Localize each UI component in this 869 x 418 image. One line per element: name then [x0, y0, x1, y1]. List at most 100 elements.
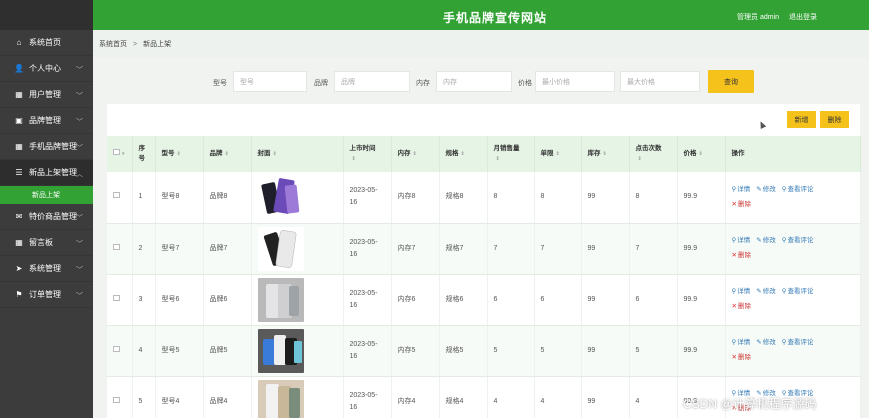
- row-delete-link[interactable]: ✕删除: [732, 250, 854, 262]
- cell-spec: 规格5: [439, 325, 488, 377]
- product-cover-image: [257, 226, 304, 271]
- sidebar-item-label: 手机品牌管理: [29, 142, 77, 151]
- cell-memory: 内存6: [391, 274, 440, 326]
- close-icon: ✕: [731, 200, 737, 208]
- col-model[interactable]: 型号 ⇕: [155, 136, 204, 172]
- cell-index: 4: [132, 325, 156, 377]
- sidebar-item-9[interactable]: ⚑ 订单管理 ﹀: [0, 282, 93, 308]
- col-stock[interactable]: 库存 ⇕: [581, 136, 630, 172]
- sidebar-item-2[interactable]: ▦ 用户管理 ﹀: [0, 82, 93, 108]
- sidebar-item-8[interactable]: ➤ 系统管理 ﹀: [0, 256, 93, 282]
- cell-date: 2023-05-16: [343, 172, 392, 224]
- cell-stock: 99: [581, 223, 630, 275]
- col-sales[interactable]: 月销售量 ⇕: [487, 136, 535, 172]
- query-button[interactable]: 查询: [708, 70, 754, 93]
- add-button[interactable]: 新增: [787, 111, 816, 128]
- comments-link[interactable]: ⚲查看评论: [782, 235, 814, 247]
- col-price[interactable]: 价格 ⇕: [677, 136, 726, 172]
- sidebar-menu: ⌂ 系统首页 👤 个人中心 ﹀ ▦ 用户管理 ﹀ ▣ 品牌管理 ﹀ ▦ 手机品牌管理 ﹀ ☰ 新品上架管理 ︿ 新…: [0, 30, 93, 308]
- model-label: 型号: [213, 80, 227, 87]
- edit-link[interactable]: ✎修改: [756, 286, 775, 298]
- model-input[interactable]: 型号: [233, 71, 307, 92]
- sidebar-item-label: 个人中心: [29, 64, 61, 73]
- sidebar-item-0[interactable]: ⌂ 系统首页: [0, 30, 93, 56]
- row-checkbox[interactable]: [107, 325, 133, 377]
- close-icon: ✕: [731, 252, 737, 259]
- detail-link[interactable]: ⚲详情: [732, 184, 751, 196]
- row-delete-link[interactable]: ✕删除: [732, 199, 854, 211]
- col-limit[interactable]: 单限 ⇕: [534, 136, 582, 172]
- cell-spec: 规格6: [439, 274, 488, 326]
- cell-sales: 5: [487, 325, 535, 377]
- sidebar-item-label: 品牌管理: [29, 116, 61, 125]
- row-checkbox[interactable]: [107, 223, 133, 275]
- product-cover-image: [257, 175, 304, 220]
- comments-link[interactable]: ⚲查看评论: [782, 337, 814, 349]
- logout-link[interactable]: 退出登录: [789, 12, 817, 22]
- breadcrumb-home[interactable]: 系统首页: [99, 39, 127, 49]
- sidebar-item-4[interactable]: ▦ 手机品牌管理 ﹀: [0, 134, 93, 160]
- sidebar-item-label: 系统管理: [29, 264, 61, 273]
- edit-link[interactable]: ✎修改: [756, 337, 775, 349]
- cell-date: 2023-05-16: [343, 325, 392, 377]
- sidebar-item-1[interactable]: 👤 个人中心 ﹀: [0, 56, 93, 82]
- price-label: 价格: [518, 80, 532, 87]
- row-checkbox[interactable]: [107, 274, 133, 326]
- sidebar-item-5[interactable]: ☰ 新品上架管理 ︿: [0, 160, 93, 186]
- comments-link[interactable]: ⚲查看评论: [782, 286, 814, 298]
- brand-input[interactable]: 品牌: [334, 71, 410, 92]
- breadcrumb: 系统首页 > 新品上架: [93, 30, 869, 58]
- cell-brand: 品牌6: [203, 274, 252, 326]
- sidebar-item-label: 特价商品管理: [29, 212, 77, 221]
- edit-link[interactable]: ✎修改: [756, 235, 775, 247]
- sidebar-subitem-new-products[interactable]: 新品上架: [0, 186, 93, 204]
- detail-link[interactable]: ⚲详情: [732, 286, 751, 298]
- header: 手机品牌宣传网站 管理员 admin 退出登录: [93, 0, 869, 30]
- search-icon: ⚲: [781, 288, 787, 295]
- select-all-checkbox[interactable]: ▾: [107, 136, 133, 172]
- chevron-down-icon: ﹀: [76, 241, 83, 248]
- cell-memory: 内存4: [391, 376, 440, 418]
- price-max-input[interactable]: 最大价格: [620, 71, 700, 92]
- col-date[interactable]: 上市时间 ⇕: [343, 136, 392, 172]
- search-icon: ⚲: [781, 339, 787, 346]
- row-delete-link[interactable]: ✕删除: [732, 301, 854, 313]
- edit-link[interactable]: ✎修改: [756, 184, 775, 196]
- chevron-down-icon: ﹀: [76, 93, 83, 100]
- cell-limit: 6: [534, 274, 582, 326]
- search-icon: ⚲: [731, 339, 737, 346]
- memory-input[interactable]: 内存: [436, 71, 512, 92]
- cell-spec: 规格4: [439, 376, 488, 418]
- delete-button[interactable]: 删除: [820, 111, 849, 128]
- detail-link[interactable]: ⚲详情: [732, 337, 751, 349]
- cell-date: 2023-05-16: [343, 223, 392, 275]
- sidebar-item-7[interactable]: ▦ 留言板 ﹀: [0, 230, 93, 256]
- cell-limit: 5: [534, 325, 582, 377]
- row-delete-link[interactable]: ✕删除: [732, 352, 854, 364]
- sidebar-item-6[interactable]: ✉ 特价商品管理 ﹀: [0, 204, 93, 230]
- sidebar-item-3[interactable]: ▣ 品牌管理 ﹀: [0, 108, 93, 134]
- cell-price: 99.9: [677, 172, 726, 224]
- col-spec[interactable]: 规格 ⇕: [439, 136, 488, 172]
- menu-icon: ⌂: [16, 38, 22, 47]
- cell-limit: 8: [534, 172, 582, 224]
- detail-link[interactable]: ⚲详情: [732, 235, 751, 247]
- search-bar: 型号 型号 品牌 品牌 内存 内存 价格 最小价格 最大价格 查询: [93, 58, 869, 102]
- cell-index: 5: [132, 376, 156, 418]
- col-clicks[interactable]: 点击次数 ⇕: [629, 136, 678, 172]
- col-index: 序号: [132, 136, 156, 172]
- search-icon: ⚲: [731, 237, 737, 244]
- comments-link[interactable]: ⚲查看评论: [782, 184, 814, 196]
- col-brand[interactable]: 品牌 ⇕: [203, 136, 252, 172]
- price-min-input[interactable]: 最小价格: [535, 71, 615, 92]
- col-cover[interactable]: 封面 ⇕: [251, 136, 344, 172]
- table-row: 1 型号8 品牌8 2023-05-16 内存8 规格8 8 8 99 8 99.9 ⚲详情 ✎修改 ⚲查…: [107, 172, 861, 224]
- row-checkbox[interactable]: [107, 172, 133, 224]
- cell-brand: 品牌5: [203, 325, 252, 377]
- cell-actions: ⚲详情 ✎修改 ⚲查看评论 ✕删除: [725, 223, 861, 275]
- col-memory[interactable]: 内存 ⇕: [391, 136, 440, 172]
- row-checkbox[interactable]: [107, 376, 133, 418]
- cell-price: 99.9: [677, 223, 726, 275]
- cell-stock: 99: [581, 376, 630, 418]
- content-panel: 新增 删除 ▾ 序号 型号 ⇕ 品牌 ⇕ 封面 ⇕ 上市时间 ⇕ 内存 ⇕ 规格 ⇕ 月销售…: [107, 104, 861, 418]
